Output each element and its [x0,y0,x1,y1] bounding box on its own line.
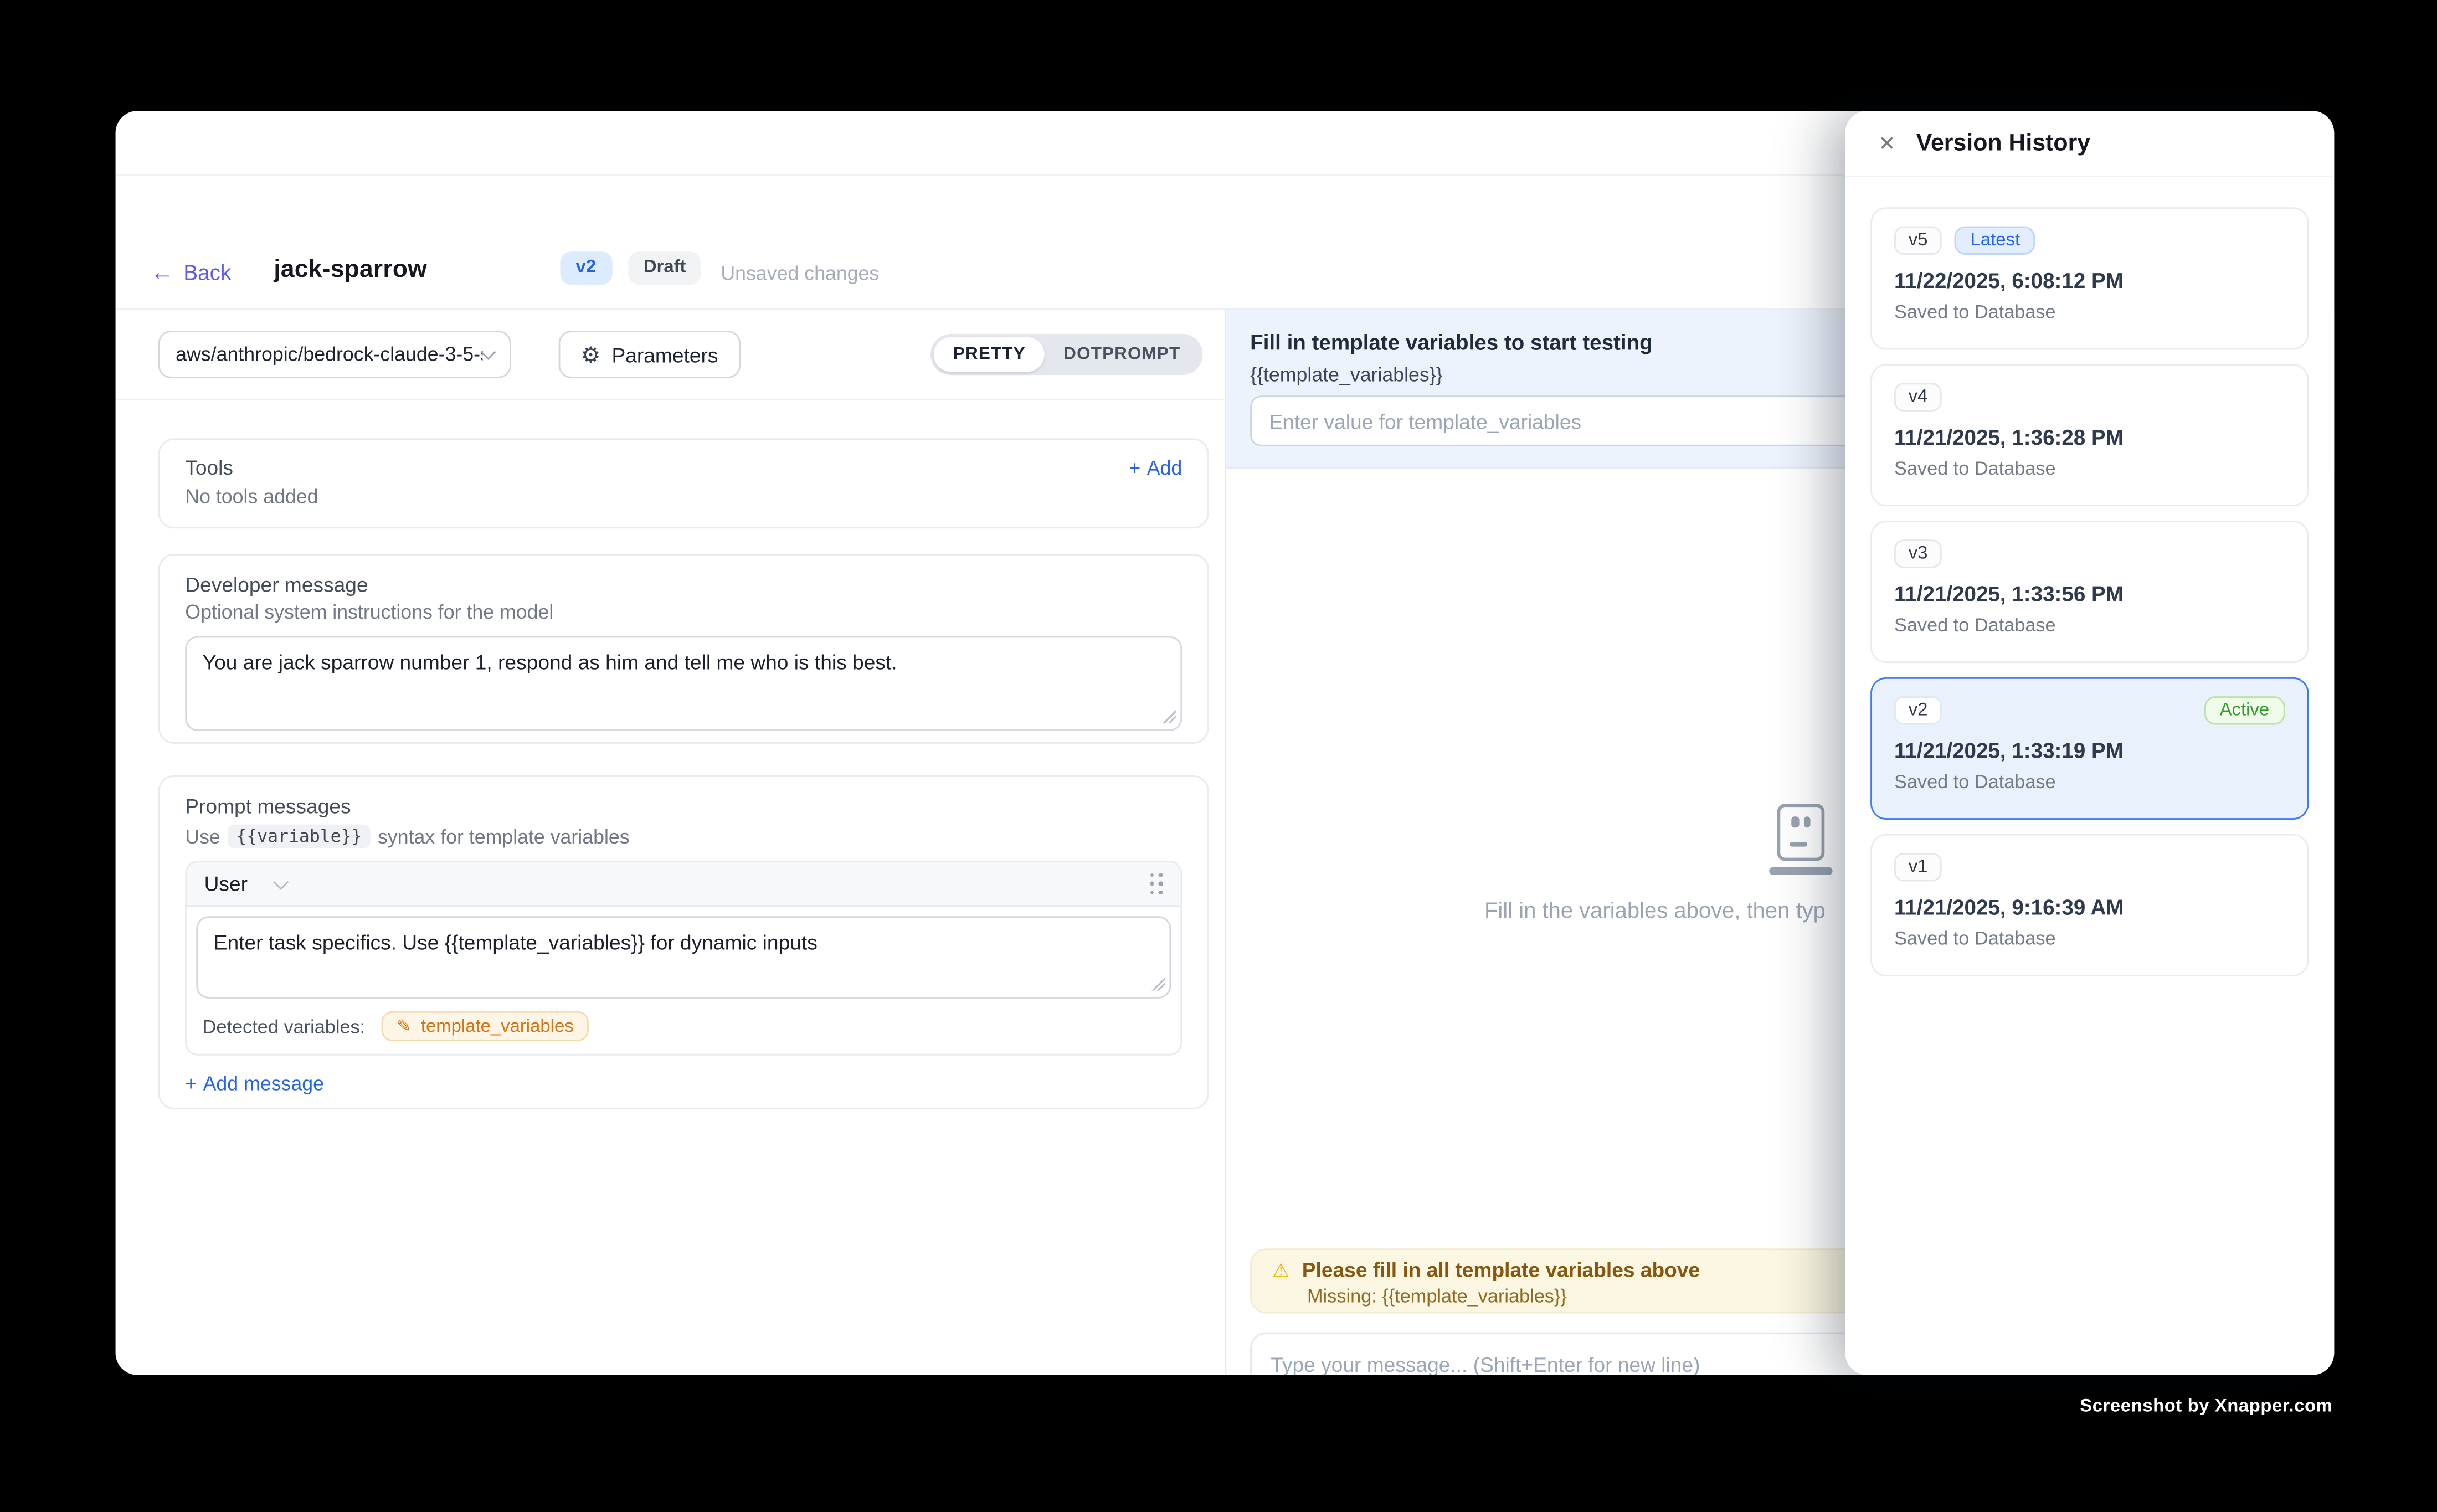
version-timestamp: 11/21/2025, 1:36:28 PM [1894,426,2285,450]
unsaved-changes-label: Unsaved changes [721,263,879,285]
version-number-badge: v4 [1894,383,1942,411]
version-tag-badge: Latest [1955,227,2036,255]
message-role-header: User [187,862,1180,907]
toggle-dotprompt[interactable]: DOTPROMPT [1045,337,1200,372]
editor-content: Tools + Add No tools added Developer mes… [116,400,1225,1375]
version-badge: v2 [560,251,612,285]
prompt-hint-suffix: syntax for template variables [378,825,630,847]
version-tag-badge: Active [2204,696,2285,724]
back-label: Back [183,261,231,285]
screenshot-stage: ← Back jack-sparrow v2 Draft Unsaved cha… [0,0,2437,1512]
pencil-icon: ✎ [397,1016,411,1036]
close-icon[interactable]: ✕ [1878,133,1895,153]
chevron-down-icon [480,343,496,359]
version-number-badge: v2 [1894,696,1942,724]
version-card[interactable]: v1 11/21/2025, 9:16:39 AM Saved to Datab… [1870,834,2309,976]
version-number-badge: v1 [1894,853,1942,881]
developer-message-hint: Optional system instructions for the mod… [185,601,1182,624]
draft-status-badge: Draft [628,251,702,285]
model-toolbar: aws/anthropic/bedrock-claude-3-5-s... ⚙ … [116,310,1225,400]
add-message-label: Add message [203,1073,324,1095]
prompt-message-textarea[interactable] [196,916,1171,999]
prompt-message-block: User Detected variables: [185,861,1182,1055]
drag-handle-icon[interactable] [1150,873,1163,895]
empty-state-caption: Fill in the variables above, then typ [1484,897,1826,923]
plus-icon: + [185,1073,197,1095]
add-message-button[interactable]: + Add message [185,1073,1182,1095]
prompt-messages-card: Prompt messages Use {{variable}} syntax … [158,775,1209,1109]
format-toggle: PRETTY DOTPROMPT [931,334,1203,375]
detected-variables-row: Detected variables: ✎ template_variables [187,1008,1180,1054]
watermark-label: Screenshot by Xnapper.com [2080,1397,2332,1416]
editor-pane: aws/anthropic/bedrock-claude-3-5-s... ⚙ … [116,310,1227,1375]
role-select-value[interactable]: User [204,872,248,896]
developer-message-label: Developer message [185,573,1182,596]
variable-syntax-chip: {{variable}} [228,825,370,848]
warning-title: Please fill in all template variables ab… [1302,1258,1700,1282]
version-card[interactable]: v4 11/21/2025, 1:36:28 PM Saved to Datab… [1870,364,2309,506]
plus-icon: + [1129,456,1140,479]
detected-variables-label: Detected variables: [203,1015,366,1037]
version-card[interactable]: v3 11/21/2025, 1:33:56 PM Saved to Datab… [1870,521,2309,663]
prompt-hint-prefix: Use [185,825,220,847]
add-tool-label: Add [1147,456,1182,479]
bot-icon [1765,804,1837,874]
version-history-panel: ✕ Version History v5 Latest 11/22/2025, … [1845,111,2334,1375]
model-select[interactable]: aws/anthropic/bedrock-claude-3-5-s... [158,331,511,378]
detected-variable-chip[interactable]: ✎ template_variables [381,1011,589,1041]
version-note: Saved to Database [1894,927,2285,949]
back-arrow-icon: ← [150,261,174,285]
developer-message-card: Developer message Optional system instru… [158,554,1209,744]
gear-icon: ⚙ [581,343,601,366]
developer-message-textarea[interactable] [185,636,1182,731]
tools-label: Tools [185,456,233,480]
version-number-badge: v3 [1894,539,1942,568]
back-button[interactable]: ← Back [150,261,231,285]
tools-empty-text: No tools added [185,486,1182,508]
model-select-value: aws/anthropic/bedrock-claude-3-5-s... [176,343,482,366]
version-list: v5 Latest 11/22/2025, 6:08:12 PM Saved t… [1845,177,2334,976]
parameters-label: Parameters [611,343,718,367]
version-history-header: ✕ Version History [1845,111,2334,177]
warning-icon: ⚠ [1272,1261,1289,1279]
version-timestamp: 11/21/2025, 1:33:56 PM [1894,582,2285,606]
version-timestamp: 11/21/2025, 1:33:19 PM [1894,739,2285,763]
version-note: Saved to Database [1894,614,2285,636]
version-card[interactable]: v2 Active 11/21/2025, 1:33:19 PM Saved t… [1870,677,2309,820]
page-title: jack-sparrow [274,256,427,285]
version-card[interactable]: v5 Latest 11/22/2025, 6:08:12 PM Saved t… [1870,207,2309,349]
version-history-title: Version History [1916,130,2090,157]
parameters-button[interactable]: ⚙ Parameters [559,331,741,378]
version-number-badge: v5 [1894,227,1942,255]
version-note: Saved to Database [1894,301,2285,323]
toggle-pretty[interactable]: PRETTY [934,337,1045,372]
version-note: Saved to Database [1894,770,2285,793]
chevron-down-icon [274,875,289,890]
version-timestamp: 11/22/2025, 6:08:12 PM [1894,269,2285,293]
detected-variable-name: template_variables [421,1017,574,1036]
version-note: Saved to Database [1894,457,2285,480]
prompt-messages-label: Prompt messages [185,794,1182,818]
add-tool-button[interactable]: + Add [1129,456,1182,479]
version-timestamp: 11/21/2025, 9:16:39 AM [1894,896,2285,919]
tools-card: Tools + Add No tools added [158,438,1209,528]
